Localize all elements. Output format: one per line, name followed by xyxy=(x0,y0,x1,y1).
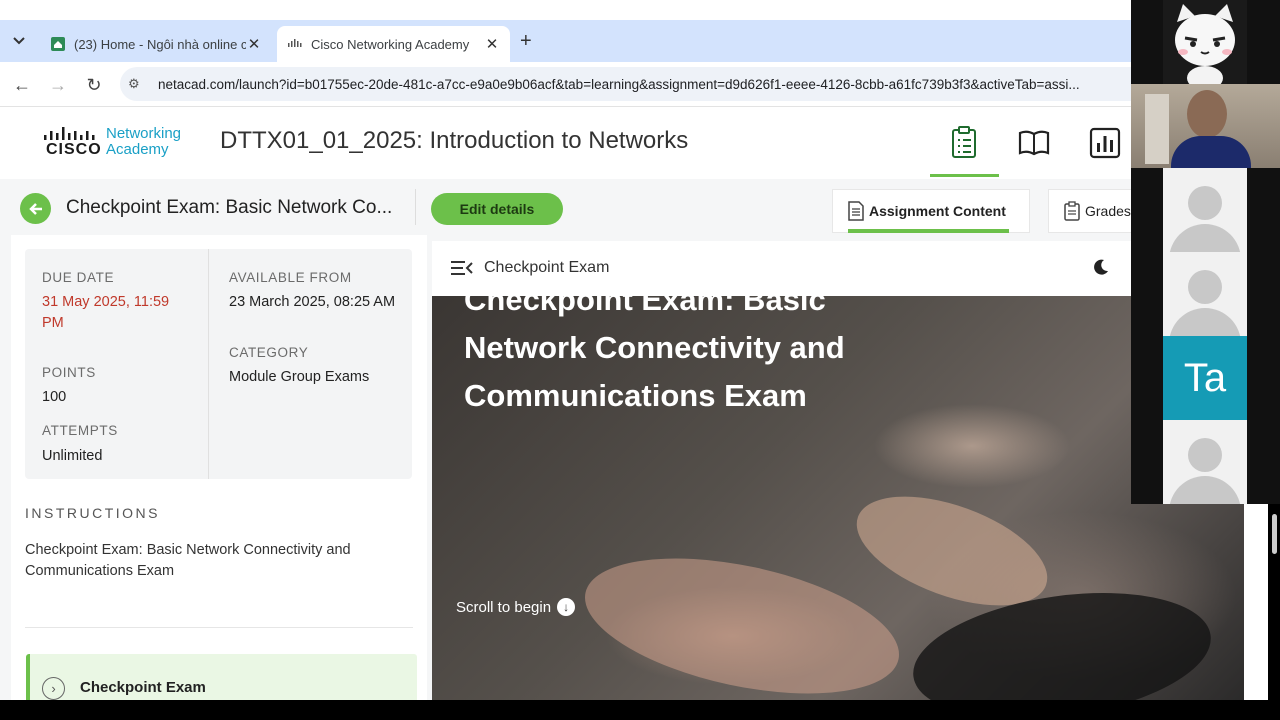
tab-label: Grades xyxy=(1085,203,1131,219)
site-info-icon[interactable]: ⚙ xyxy=(128,76,148,92)
cisco-wordmark: CISCO xyxy=(46,141,102,158)
attempts-label: ATTEMPTS xyxy=(42,423,118,438)
instructions-label: INSTRUCTIONS xyxy=(25,505,160,521)
arrow-left-icon xyxy=(28,202,42,215)
tab-close-icon[interactable]: ✕ xyxy=(484,35,500,53)
cisco-favicon-icon xyxy=(288,39,302,47)
app-header: CISCO Networking Academy DTTX01_01_2025:… xyxy=(0,107,1131,179)
person-avatar-icon xyxy=(1188,438,1222,472)
cisco-bars-icon xyxy=(44,127,95,140)
book-icon[interactable] xyxy=(1018,125,1050,159)
hand-image-shape xyxy=(573,534,911,700)
tab-grades[interactable]: Grades xyxy=(1048,189,1131,233)
content-header: Checkpoint Exam xyxy=(432,241,1131,296)
arrow-down-icon: ↓ xyxy=(557,598,576,616)
tab-search-button[interactable] xyxy=(6,28,32,54)
outline-item-checkpoint-exam[interactable]: › Checkpoint Exam xyxy=(26,654,417,700)
netacad-logo[interactable]: CISCO Networking Academy xyxy=(42,123,192,163)
person-avatar-icon xyxy=(1188,186,1222,220)
category-label: CATEGORY xyxy=(229,345,309,360)
new-tab-button[interactable]: + xyxy=(520,30,532,53)
participant-face-shape xyxy=(1187,90,1227,138)
house-favicon-icon xyxy=(51,37,65,51)
instructions-text: Checkpoint Exam: Basic Network Connectiv… xyxy=(25,542,351,579)
browser-tab-netacad[interactable]: Cisco Networking Academy ✕ xyxy=(277,26,510,62)
collapse-menu-icon[interactable] xyxy=(450,258,474,278)
participant-tile-avatar[interactable] xyxy=(1163,420,1247,504)
person-avatar-body xyxy=(1169,224,1241,252)
divider xyxy=(25,627,413,628)
reload-icon[interactable]: ↻ xyxy=(82,73,106,97)
chart-icon[interactable] xyxy=(1089,125,1121,159)
due-date-value: 31 May 2025, 11:59 PM xyxy=(42,294,170,331)
tab-label: Assignment Content xyxy=(869,203,1006,219)
participant-tile-cat[interactable] xyxy=(1163,0,1247,90)
scroll-label: Scroll to begin xyxy=(456,598,552,616)
person-avatar-body xyxy=(1169,476,1241,504)
document-icon xyxy=(848,201,864,221)
participant-initials: Ta xyxy=(1183,355,1227,400)
url-input[interactable]: ⚙ netacad.com/launch?id=b01755ec-20de-48… xyxy=(120,67,1131,101)
tab-title: (23) Home - Ngôi nhà online củ xyxy=(74,36,246,52)
category-value: Module Group Exams xyxy=(229,369,370,385)
assignments-icon[interactable] xyxy=(930,125,999,177)
assignment-subheader: Checkpoint Exam: Basic Network Co... Edi… xyxy=(0,179,1131,237)
browser-tab-home[interactable]: (23) Home - Ngôi nhà online củ ✕ xyxy=(40,26,272,62)
assignment-title: Checkpoint Exam: Basic Network Co... xyxy=(66,197,393,218)
available-from-value: 23 March 2025, 08:25 AM xyxy=(229,294,396,310)
outline-item-label: Checkpoint Exam xyxy=(80,679,206,696)
due-date-label: DUE DATE xyxy=(42,270,115,285)
exam-hero-banner: Checkpoint Exam: Basic Network Connectiv… xyxy=(432,296,1244,700)
divider xyxy=(415,189,416,225)
tab-title: Cisco Networking Academy xyxy=(311,36,470,52)
back-arrow-icon[interactable]: ← xyxy=(10,73,34,97)
hero-title: Checkpoint Exam: Basic Network Connectiv… xyxy=(464,296,845,413)
tab-close-icon[interactable]: ✕ xyxy=(246,35,262,53)
course-title: DTTX01_01_2025: Introduction to Networks xyxy=(220,127,689,154)
content-title: Checkpoint Exam xyxy=(484,259,610,276)
chevron-down-icon xyxy=(13,37,25,45)
participant-tile-video[interactable] xyxy=(1131,84,1280,168)
participant-tile-avatar[interactable] xyxy=(1163,252,1247,336)
background-door-shape xyxy=(1145,94,1169,164)
points-label: POINTS xyxy=(42,365,96,380)
available-from-label: AVAILABLE FROM xyxy=(229,270,352,285)
person-avatar-body xyxy=(1169,308,1241,336)
assignment-details-panel: DUE DATE 31 May 2025, 11:59 PM POINTS 10… xyxy=(11,235,427,700)
participant-tile-initials[interactable]: Ta xyxy=(1163,336,1247,420)
details-card: DUE DATE 31 May 2025, 11:59 PM POINTS 10… xyxy=(25,249,412,479)
person-avatar-icon xyxy=(1188,270,1222,304)
url-text: netacad.com/launch?id=b01755ec-20de-481c… xyxy=(158,76,1080,92)
forward-arrow-icon[interactable]: → xyxy=(46,73,70,97)
clipboard-icon xyxy=(1064,201,1080,221)
browser-chrome: (23) Home - Ngôi nhà online củ ✕ Cisco N… xyxy=(0,0,1131,107)
attempts-value: Unlimited xyxy=(42,448,103,464)
page-scrollbar[interactable] xyxy=(1244,504,1277,700)
networking-academy-wordmark: Networking Academy xyxy=(106,125,182,158)
scrollbar-thumb[interactable] xyxy=(1272,514,1277,554)
scroll-to-begin-button[interactable]: Scroll to begin ↓ xyxy=(456,598,576,616)
tab-assignment-content[interactable]: Assignment Content xyxy=(832,189,1030,233)
back-button[interactable] xyxy=(20,193,51,224)
participant-tile-avatar[interactable] xyxy=(1163,168,1247,252)
participant-shirt-shape xyxy=(1171,136,1251,168)
edit-details-button[interactable]: Edit details xyxy=(431,193,563,225)
cat-avatar-icon xyxy=(1175,4,1235,90)
chevron-right-icon: › xyxy=(42,677,65,700)
column-divider xyxy=(208,249,209,479)
dark-mode-moon-icon[interactable] xyxy=(1092,258,1110,276)
points-value: 100 xyxy=(42,389,67,405)
tab-strip: (23) Home - Ngôi nhà online củ ✕ Cisco N… xyxy=(0,20,1131,62)
address-bar: ← → ↻ ⚙ netacad.com/launch?id=b01755ec-2… xyxy=(0,62,1131,107)
